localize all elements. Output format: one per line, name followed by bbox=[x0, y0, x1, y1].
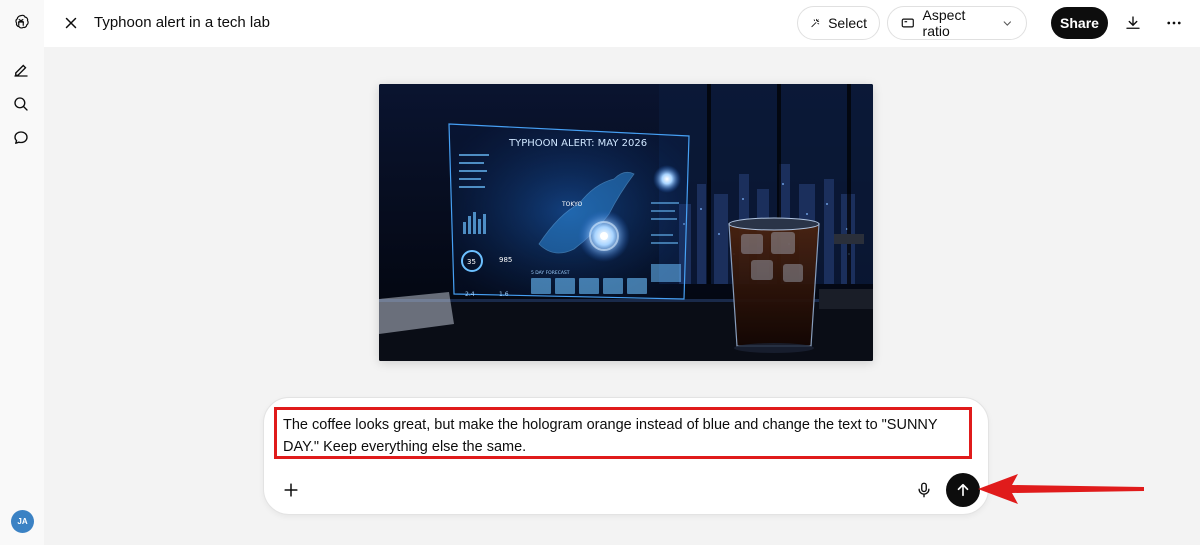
user-avatar[interactable]: JA bbox=[11, 510, 34, 533]
app-window: JA Typhoon alert in a tech lab Select As… bbox=[0, 0, 1200, 545]
aspect-ratio-icon bbox=[901, 18, 914, 28]
annotation-arrow-icon bbox=[978, 474, 1144, 504]
city-label: TOKYO bbox=[561, 201, 582, 208]
chat-bubble-icon[interactable] bbox=[9, 126, 33, 150]
microphone-icon bbox=[918, 482, 930, 498]
forecast-label: 5 DAY FORECAST bbox=[531, 270, 570, 276]
header: Typhoon alert in a tech lab Select Aspec… bbox=[44, 0, 1200, 47]
close-icon bbox=[65, 17, 77, 29]
select-button[interactable]: Select bbox=[797, 6, 880, 40]
pressure-value: 985 bbox=[499, 256, 512, 264]
download-icon bbox=[1126, 16, 1140, 29]
more-options-button[interactable] bbox=[1163, 12, 1185, 34]
plus-icon bbox=[284, 483, 298, 497]
close-button[interactable] bbox=[60, 12, 82, 34]
typhoon-hologram-scene: TYPHOON ALERT: MAY 2026 TOKYO 35 2.4 985… bbox=[379, 84, 873, 361]
new-chat-icon[interactable] bbox=[9, 58, 33, 82]
voice-input-button[interactable] bbox=[912, 478, 936, 502]
select-sparkle-icon bbox=[811, 18, 820, 28]
chevron-down-icon bbox=[1004, 20, 1012, 26]
more-horizontal-icon bbox=[1167, 21, 1181, 25]
prompt-input[interactable]: The coffee looks great, but make the hol… bbox=[274, 407, 972, 459]
hologram-title: TYPHOON ALERT: MAY 2026 bbox=[508, 138, 647, 149]
chatgpt-logo-icon[interactable] bbox=[9, 10, 33, 34]
wind-value: 2.4 bbox=[465, 291, 475, 298]
page-title: Typhoon alert in a tech lab bbox=[94, 14, 270, 31]
search-icon[interactable] bbox=[9, 92, 33, 116]
select-label: Select bbox=[828, 15, 867, 31]
gauge-value: 35 bbox=[467, 258, 476, 266]
share-button[interactable]: Share bbox=[1051, 7, 1108, 39]
aspect-ratio-label: Aspect ratio bbox=[922, 7, 966, 39]
send-button[interactable] bbox=[946, 473, 980, 507]
download-button[interactable] bbox=[1122, 12, 1144, 34]
aspect-ratio-dropdown[interactable]: Aspect ratio bbox=[887, 6, 1027, 40]
add-attachment-button[interactable] bbox=[278, 477, 304, 503]
arrow-up-icon bbox=[957, 483, 969, 497]
prompt-composer: The coffee looks great, but make the hol… bbox=[263, 397, 989, 515]
temp-value: 1.6 bbox=[499, 291, 509, 298]
generated-image[interactable]: TYPHOON ALERT: MAY 2026 TOKYO 35 2.4 985… bbox=[379, 84, 873, 361]
sidebar: JA bbox=[0, 0, 44, 545]
